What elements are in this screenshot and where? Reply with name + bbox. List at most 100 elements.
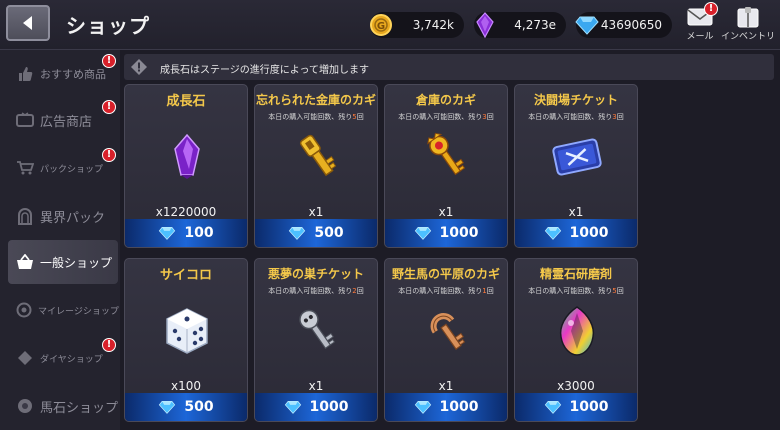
purchase-limit: 本日の購入可能回数、残り3回 [528, 113, 624, 121]
diamond-icon [544, 401, 561, 414]
shop-item-card[interactable]: 忘れられた金庫のカギ 本日の購入可能回数、残り5回 x1 500 [254, 84, 378, 248]
shop-item-card[interactable]: サイコロ x100 500 [124, 258, 248, 422]
mileage-icon [16, 301, 32, 319]
badge: ! [102, 148, 116, 162]
price-button[interactable]: 500 [255, 219, 377, 247]
badge: ! [102, 54, 116, 68]
sidebar-item-otherworld-pack[interactable]: 異界パック [8, 194, 118, 238]
shop-item-card[interactable]: 精霊石研磨剤 本日の購入可能回数、残り5回 x3000 1000 [514, 258, 638, 422]
mail-button[interactable]: メール ! [678, 2, 722, 46]
shop-item-card[interactable]: 成長石 x1220000 100 [124, 84, 248, 248]
purchase-limit: 本日の購入可能回数、残り5回 [268, 113, 364, 121]
sidebar-item-pack-shop[interactable]: パックショップ ! [8, 146, 118, 190]
item-name: 野生馬の平原のカギ [391, 267, 500, 281]
purchase-limit: 本日の購入可能回数、残り2回 [268, 287, 364, 295]
inventory-icon [737, 7, 759, 28]
price-button[interactable]: 1000 [255, 393, 377, 421]
top-bar: ショップ G 3,742k 4,273e 43690650 メール ! インベン… [0, 0, 780, 50]
price-value: 1000 [569, 399, 609, 415]
sidebar-item-ad-shop[interactable]: 広告商店 ! [8, 98, 118, 142]
purple-crystal-icon [159, 129, 215, 185]
gold-amount: 3,742k [412, 18, 454, 32]
sidebar-label-ad-shop: 広告商店 [40, 114, 93, 130]
diamond-icon [414, 401, 431, 414]
sidebar-item-horse-stone-shop[interactable]: 馬石ショップ [8, 384, 118, 428]
item-quantity: x1 [568, 205, 584, 219]
item-quantity: x1 [438, 379, 454, 393]
duel-ticket-icon [549, 129, 605, 185]
svg-text:G: G [377, 21, 385, 32]
price-button[interactable]: 1000 [515, 219, 637, 247]
info-bar: 成長石はステージの進行度によって増加します [124, 54, 774, 80]
price-button[interactable]: 1000 [515, 393, 637, 421]
diamond-currency: 43690650 [575, 12, 672, 38]
sidebar-item-mileage-shop[interactable]: マイレージショップ [8, 288, 119, 332]
mail-label: メール [686, 32, 714, 42]
right-edge [770, 80, 780, 430]
price-button[interactable]: 1000 [385, 393, 507, 421]
price-value: 500 [184, 399, 214, 415]
sidebar-label-mileage-shop: マイレージショップ [38, 306, 119, 317]
item-name: 倉庫のカギ [415, 93, 476, 107]
gold-coin-icon: G [366, 10, 396, 40]
diamond-icon [159, 401, 176, 414]
inventory-button[interactable]: インベントリ [721, 6, 775, 46]
rainbow-gem-icon [549, 303, 605, 359]
tv-icon [16, 111, 34, 129]
item-quantity: x3000 [557, 379, 595, 393]
price-button[interactable]: 500 [125, 393, 247, 421]
sidebar-label-recommended: おすすめ商品 [40, 68, 106, 81]
item-quantity: x1 [308, 205, 324, 219]
crown-key-icon [419, 129, 475, 185]
item-quantity: x1 [308, 379, 324, 393]
price-value: 100 [184, 225, 214, 241]
item-quantity: x1 [438, 205, 454, 219]
sidebar-item-recommended[interactable]: おすすめ商品 ! [8, 52, 118, 96]
purchase-limit: 本日の購入可能回数、残り5回 [528, 287, 624, 295]
price-value: 1000 [309, 399, 349, 415]
sidebar-label-diamond-shop: ダイヤショップ [40, 354, 103, 365]
shop-item-card[interactable]: 悪夢の巣チケット 本日の購入可能回数、残り2回 x1 1000 [254, 258, 378, 422]
item-quantity: x1220000 [155, 205, 217, 219]
gold-currency: G 3,742k [370, 12, 464, 38]
shop-sidebar: おすすめ商品 ! 広告商店 ! パックショップ ! 異界パック 一般ショップ マ… [0, 50, 120, 430]
purple-gem-icon [470, 10, 500, 40]
thumbs-up-icon [16, 65, 34, 83]
diamond-icon [289, 227, 306, 240]
horseshoe-key-icon [419, 303, 475, 359]
back-button[interactable] [6, 5, 50, 41]
mail-badge: ! [704, 2, 718, 16]
diamond-icon [414, 227, 431, 240]
gem-currency: 4,273e [474, 12, 566, 38]
item-name: 精霊石研磨剤 [539, 267, 612, 281]
price-value: 1000 [439, 399, 479, 415]
diamond-amount: 43690650 [600, 18, 662, 32]
silver-key-icon [289, 303, 345, 359]
item-name: サイコロ [159, 268, 212, 283]
sidebar-item-general-shop[interactable]: 一般ショップ [8, 240, 118, 284]
badge: ! [102, 338, 116, 352]
item-name: 忘れられた金庫のカギ [255, 93, 376, 107]
sidebar-label-general-shop: 一般ショップ [40, 255, 113, 270]
item-name: 決闘場チケット [533, 93, 618, 107]
portal-icon [16, 207, 34, 225]
item-name: 悪夢の巣チケット [267, 267, 364, 281]
shop-item-card[interactable]: 野生馬の平原のカギ 本日の購入可能回数、残り1回 x1 1000 [384, 258, 508, 422]
badge: ! [102, 100, 116, 114]
info-text: 成長石はステージの進行度によって増加します [160, 65, 369, 76]
price-button[interactable]: 100 [125, 219, 247, 247]
sidebar-item-diamond-shop[interactable]: ダイヤショップ ! [8, 336, 118, 380]
price-value: 500 [314, 225, 344, 241]
item-quantity: x100 [170, 379, 201, 393]
shop-item-card[interactable]: 決闘場チケット 本日の購入可能回数、残り3回 x1 1000 [514, 84, 638, 248]
price-button[interactable]: 1000 [385, 219, 507, 247]
horse-stone-icon [16, 397, 34, 415]
sidebar-label-otherworld-pack: 異界パック [40, 210, 106, 226]
price-value: 1000 [569, 225, 609, 241]
diamond-shop-icon [16, 349, 34, 367]
cart-icon [16, 159, 34, 177]
warning-icon [131, 59, 147, 75]
page-title: ショップ [66, 14, 150, 38]
shop-item-card[interactable]: 倉庫のカギ 本日の購入可能回数、残り3回 x1 1000 [384, 84, 508, 248]
price-value: 1000 [439, 225, 479, 241]
